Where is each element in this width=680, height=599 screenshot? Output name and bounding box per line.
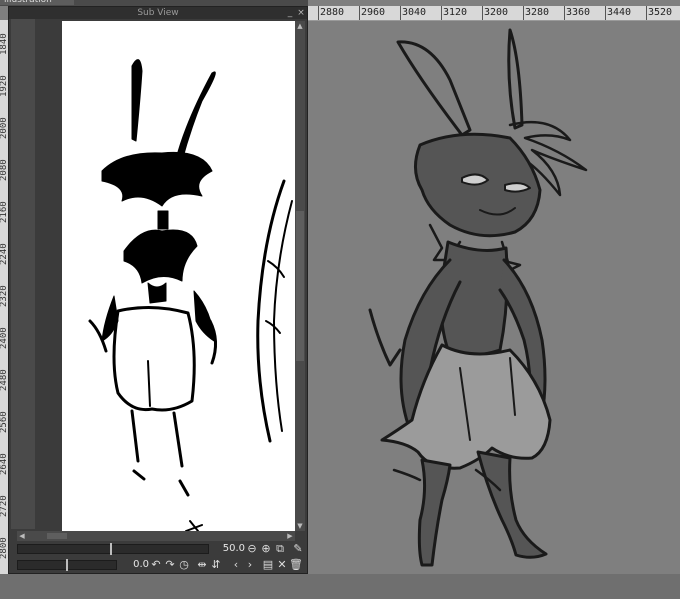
zoom-slider-knob[interactable] (110, 543, 112, 555)
ruler-tick (400, 6, 401, 20)
ruler-tick (605, 6, 606, 20)
scroll-left-icon[interactable]: ◀ (17, 531, 27, 541)
horizontal-scroll-thumb[interactable] (47, 533, 67, 539)
rotation-value: 0.0 (133, 559, 149, 570)
previous-icon[interactable]: ‹ (229, 558, 243, 572)
scroll-up-icon[interactable]: ▲ (295, 21, 305, 31)
reset-rotation-icon[interactable]: ◷ (177, 558, 191, 572)
ruler-tick (564, 6, 565, 20)
ruler-tick (523, 6, 524, 20)
ruler-label: 3360 (566, 7, 591, 18)
minus-circle-icon[interactable]: ⊖ (245, 542, 259, 556)
horizontal-scrollbar[interactable]: ◀ ▶ (17, 531, 295, 541)
fit-window-icon[interactable]: ⧉ (273, 542, 287, 556)
subview-panel: Sub View _ × ▲ ▼ ◀ ▶ 50.0 ⊖ ⊕ ⧉ ✎ 0.0 ↶ … (8, 6, 308, 574)
ruler-label: 2880 (320, 7, 345, 18)
ruler-tick (318, 6, 319, 20)
minimize-button[interactable]: _ (285, 7, 295, 19)
ruler-tick (482, 6, 483, 20)
subview-title: Sub View (137, 8, 179, 18)
subview-gutter (11, 19, 35, 529)
ruler-tick (359, 6, 360, 20)
rotation-slider-knob[interactable] (66, 559, 68, 571)
import-folder-icon[interactable]: ▤ (261, 558, 275, 572)
plus-circle-icon[interactable]: ⊕ (259, 542, 273, 556)
ruler-label: 3040 (402, 7, 427, 18)
ruler-label: 3200 (484, 7, 509, 18)
document-tab[interactable]: illustration (0, 0, 74, 5)
zoom-value: 50.0 (222, 543, 245, 554)
rotation-slider[interactable] (17, 559, 117, 571)
ruler-tick (646, 6, 647, 20)
scroll-down-icon[interactable]: ▼ (295, 521, 305, 531)
canvas-status-bar (0, 574, 680, 599)
top-ruler: 2880 2960 3040 3120 3200 3280 3360 3440 … (308, 6, 680, 21)
flip-vertical-icon[interactable]: ⇵ (209, 558, 223, 572)
vertical-scrollbar[interactable]: ▲ ▼ (295, 21, 305, 531)
vertical-scroll-thumb[interactable] (296, 211, 304, 361)
scroll-right-icon[interactable]: ▶ (285, 531, 295, 541)
rotate-right-icon[interactable]: ↷ (163, 558, 177, 572)
reference-sketch (88, 59, 293, 531)
zoom-slider[interactable] (17, 543, 209, 555)
ruler-label: 3280 (525, 7, 550, 18)
next-icon[interactable]: › (243, 558, 257, 572)
ruler-label: 3120 (443, 7, 468, 18)
subview-titlebar[interactable]: Sub View _ × (9, 7, 307, 19)
ruler-tick (441, 6, 442, 20)
ruler-label: 3440 (607, 7, 632, 18)
flip-horizontal-icon[interactable]: ⇹ (195, 558, 209, 572)
close-button[interactable]: × (296, 7, 306, 19)
eyedropper-icon[interactable]: ✎ (291, 542, 305, 556)
trash-icon[interactable]: 🗑 (289, 558, 303, 572)
clear-icon[interactable]: ✕ (275, 558, 289, 572)
ruler-label: 2960 (361, 7, 386, 18)
rotate-left-icon[interactable]: ↶ (149, 558, 163, 572)
character-drawing (368, 28, 588, 567)
ruler-label: 3520 (648, 7, 673, 18)
main-canvas[interactable] (310, 20, 680, 574)
reference-image[interactable] (62, 21, 295, 531)
